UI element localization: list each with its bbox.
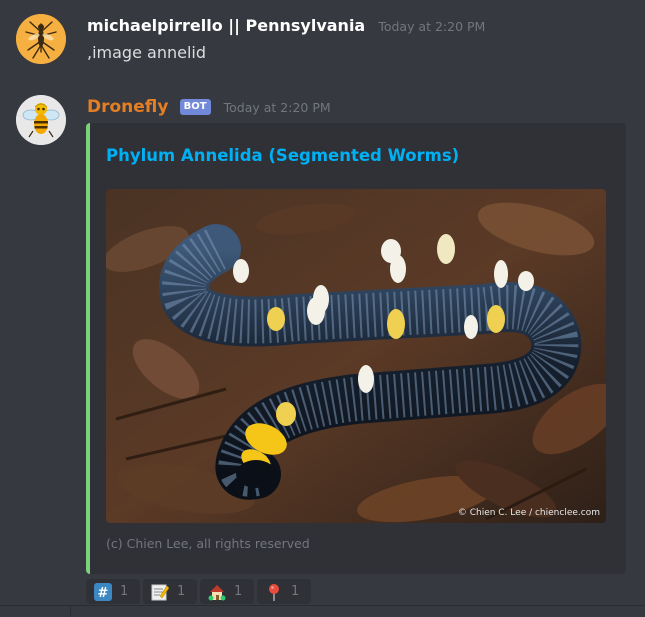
reaction-house[interactable]: 1	[200, 579, 254, 604]
memo-pencil-icon	[151, 584, 169, 601]
message-2: Dronefly BOT Today at 2:20 PM Phylum Ann…	[0, 0, 645, 616]
hash-keycap-icon: #	[94, 583, 112, 601]
bottom-divider	[0, 605, 645, 617]
segmented-worm-photo	[106, 189, 606, 523]
message-header: Dronefly BOT Today at 2:20 PM	[87, 97, 331, 117]
reaction-hash[interactable]: # 1	[86, 579, 140, 604]
reaction-count: 1	[177, 584, 186, 599]
embed-title-link[interactable]: Phylum Annelida (Segmented Worms)	[106, 146, 459, 165]
reaction-memo[interactable]: 1	[143, 579, 197, 604]
bot-username[interactable]: Dronefly	[87, 97, 169, 117]
reaction-count: 1	[234, 584, 243, 599]
image-watermark: © Chien C. Lee / chienclee.com	[457, 508, 600, 518]
bot-avatar[interactable]	[16, 95, 66, 145]
bot-badge: BOT	[179, 99, 211, 115]
bee-drone-icon	[16, 95, 66, 145]
house-garden-icon	[208, 585, 226, 601]
timestamp[interactable]: Today at 2:20 PM	[224, 100, 331, 115]
reaction-count: 1	[291, 584, 300, 599]
embed-card: Phylum Annelida (Segmented Worms) © Chie…	[86, 123, 626, 574]
round-pushpin-icon	[269, 584, 279, 601]
reaction-count: 1	[120, 584, 129, 599]
reaction-pushpin[interactable]: 1	[257, 579, 311, 604]
svg-text:#: #	[98, 586, 109, 601]
embed-footer: (c) Chien Lee, all rights reserved	[106, 536, 310, 551]
embed-image[interactable]: © Chien C. Lee / chienclee.com	[106, 189, 606, 523]
